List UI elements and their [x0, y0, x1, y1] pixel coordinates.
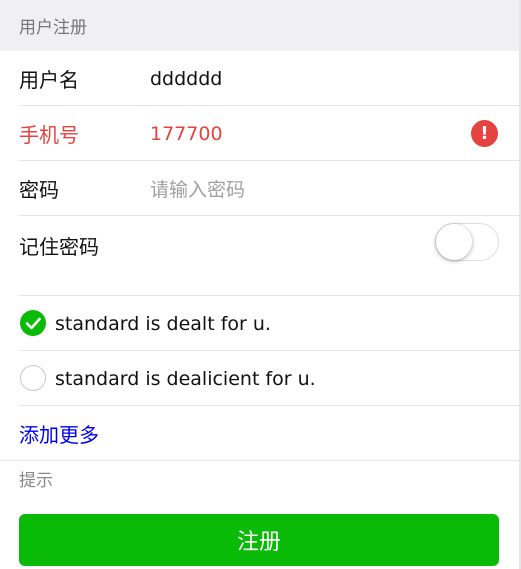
warn-icon: !: [471, 120, 498, 147]
password-input[interactable]: 请输入密码: [150, 175, 245, 202]
username-label: 用户名: [19, 68, 79, 92]
empty-circle-icon[interactable]: [20, 365, 46, 391]
checklist-item-label: standard is dealt for u.: [55, 312, 271, 335]
checklist-item-1[interactable]: standard is dealt for u.: [0, 296, 519, 351]
checkmark-circle-icon[interactable]: [20, 310, 46, 336]
register-form: 用户名 dddddd 手机号 177700 ! 密码 请输入密码 记住密码 st…: [0, 51, 519, 461]
phone-label: 手机号: [19, 123, 79, 147]
checkmark-icon: [25, 317, 41, 330]
checklist-item-2[interactable]: standard is dealicient for u.: [0, 351, 519, 406]
phone-row[interactable]: 手机号 177700 !: [0, 106, 519, 161]
section-header: 用户注册: [0, 0, 519, 51]
username-row[interactable]: 用户名 dddddd: [0, 51, 519, 106]
password-row[interactable]: 密码 请输入密码: [0, 161, 519, 216]
add-more-row: 添加更多: [0, 406, 519, 461]
tips-text: 提示: [19, 470, 53, 491]
remember-password-row: 记住密码: [0, 216, 519, 296]
checklist-item-label: standard is dealicient for u.: [55, 367, 316, 390]
phone-input[interactable]: 177700: [150, 123, 223, 145]
remember-password-switch[interactable]: [435, 223, 499, 261]
switch-knob: [436, 224, 472, 260]
add-more-link[interactable]: 添加更多: [19, 419, 99, 448]
tips: 提示: [0, 461, 519, 495]
register-button[interactable]: 注册: [19, 514, 499, 566]
register-page: 用户注册 用户名 dddddd 手机号 177700 ! 密码 请输入密码 记住…: [0, 0, 521, 569]
remember-password-label: 记住密码: [19, 235, 99, 259]
page-title: 用户注册: [19, 18, 87, 38]
password-label: 密码: [19, 178, 59, 202]
username-input[interactable]: dddddd: [150, 68, 222, 90]
